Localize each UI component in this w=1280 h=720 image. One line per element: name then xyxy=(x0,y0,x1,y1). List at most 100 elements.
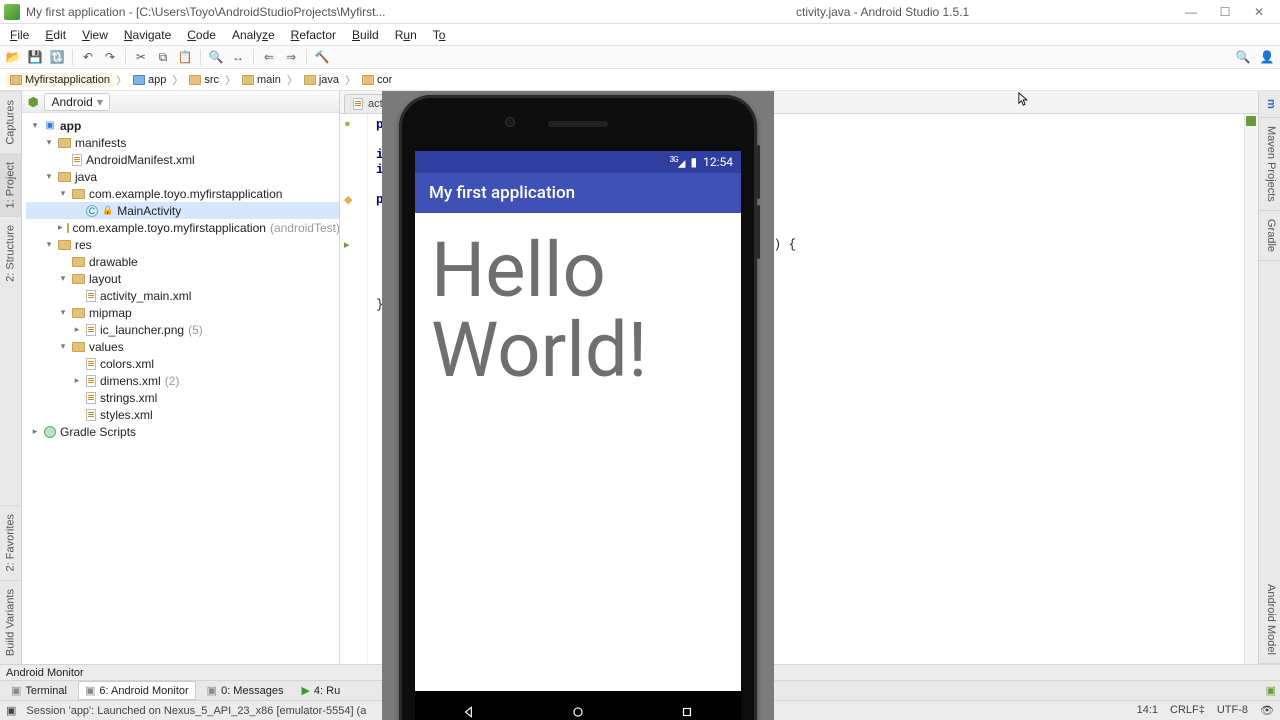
tree-node[interactable]: strings.xml xyxy=(26,389,339,406)
breadcrumb-item[interactable]: main xyxy=(238,73,285,87)
tree-node[interactable]: activity_main.xml xyxy=(26,287,339,304)
error-stripe[interactable] xyxy=(1244,114,1258,664)
rail-android-model[interactable]: Android Model xyxy=(1259,576,1280,664)
breadcrumb[interactable]: Myfirstapplication〉app〉src〉main〉java〉cor xyxy=(0,69,1280,91)
tree-node[interactable]: ▸com.example.toyo.myfirstapplication (an… xyxy=(26,219,339,236)
replace-icon[interactable]: ↔ xyxy=(229,48,247,66)
view-selector[interactable]: Android▾ xyxy=(44,93,109,111)
close-button[interactable]: ✕ xyxy=(1242,5,1276,19)
bottom-tab[interactable]: ▣0: Messages xyxy=(200,681,291,700)
tree-node[interactable]: ▾manifests xyxy=(26,134,339,151)
tree-node[interactable]: ▾▣app xyxy=(26,117,339,134)
tree-node[interactable]: ▾layout xyxy=(26,270,339,287)
nav-back[interactable] xyxy=(456,699,482,720)
rail-structure[interactable]: 2: Structure xyxy=(0,216,21,290)
make-icon[interactable]: 🔨 xyxy=(313,48,331,66)
menu-run[interactable]: Run xyxy=(389,26,423,44)
editor-gutter[interactable]: ● ◆ ▸ xyxy=(340,114,368,664)
expand-icon[interactable]: ▾ xyxy=(44,137,54,148)
expand-icon[interactable]: ▸ xyxy=(72,324,82,335)
event-log-icon[interactable]: ▣ xyxy=(1266,684,1276,697)
tree-node[interactable]: ▸Gradle Scripts xyxy=(26,423,339,440)
menu-navigate[interactable]: Navigate xyxy=(118,26,177,44)
nav-home[interactable] xyxy=(565,699,591,720)
forward-icon[interactable]: ⇒ xyxy=(282,48,300,66)
project-tree[interactable]: ▾▣app▾manifestsAndroidManifest.xml▾java▾… xyxy=(22,113,339,664)
expand-icon[interactable]: ▸ xyxy=(58,222,63,233)
line-separator[interactable]: CRLF‡ xyxy=(1170,704,1205,717)
paste-icon[interactable]: 📋 xyxy=(176,48,194,66)
toolbar[interactable]: 📂 💾 🔃 ↶ ↷ ✂ ⧉ 📋 🔍 ↔ ⇐ ⇒ 🔨 🔍 👤 xyxy=(0,45,1280,69)
breadcrumb-item[interactable]: src xyxy=(185,73,223,87)
tree-node[interactable]: ▾mipmap xyxy=(26,304,339,321)
nav-recent[interactable] xyxy=(674,699,700,720)
bottom-tab[interactable]: ▣Terminal xyxy=(4,681,74,700)
expand-icon[interactable]: ▾ xyxy=(58,341,68,352)
back-icon[interactable]: ⇐ xyxy=(260,48,278,66)
emulator-window[interactable]: 3G◢ ▮ 12:54 My first application Hello W… xyxy=(382,91,774,720)
tree-node[interactable]: ▾java xyxy=(26,168,339,185)
menubar[interactable]: FileEditViewNavigateCodeAnalyzeRefactorB… xyxy=(0,24,1280,45)
android-studio-icon xyxy=(4,4,20,20)
tree-node[interactable]: colors.xml xyxy=(26,355,339,372)
left-tool-rails[interactable]: Captures 1: Project 2: Structure 2: Favo… xyxy=(0,91,22,664)
open-icon[interactable]: 📂 xyxy=(4,48,22,66)
menu-refactor[interactable]: Refactor xyxy=(285,26,342,44)
sync-icon[interactable]: 🔃 xyxy=(48,48,66,66)
rail-project[interactable]: 1: Project xyxy=(0,153,21,216)
profile-icon[interactable]: 👤 xyxy=(1258,48,1276,66)
cut-icon[interactable]: ✂ xyxy=(132,48,150,66)
minimize-button[interactable]: — xyxy=(1174,5,1208,19)
rail-maven[interactable]: Maven Projects xyxy=(1259,118,1280,211)
rail-favorites[interactable]: 2: Favorites xyxy=(0,505,21,579)
menu-analyze[interactable]: Analyze xyxy=(226,26,281,44)
tree-node[interactable]: styles.xml xyxy=(26,406,339,423)
save-icon[interactable]: 💾 xyxy=(26,48,44,66)
fld-icon xyxy=(72,189,85,199)
device-screen[interactable]: 3G◢ ▮ 12:54 My first application Hello W… xyxy=(415,151,741,691)
menu-code[interactable]: Code xyxy=(181,26,222,44)
bottom-tab[interactable]: ▶4: Ru xyxy=(294,681,347,700)
project-header[interactable]: ⬢ Android▾ xyxy=(22,91,339,113)
file-encoding[interactable]: UTF-8 xyxy=(1217,704,1248,717)
inspector-icon[interactable]: 👁 xyxy=(1260,704,1274,717)
maximize-button[interactable]: ☐ xyxy=(1208,5,1242,19)
expand-icon[interactable]: ▾ xyxy=(58,307,68,318)
expand-icon[interactable]: ▾ xyxy=(44,239,54,250)
android-navbar[interactable] xyxy=(415,691,741,720)
undo-icon[interactable]: ↶ xyxy=(79,48,97,66)
menu-build[interactable]: Build xyxy=(346,26,385,44)
expand-icon[interactable]: ▾ xyxy=(44,171,54,182)
breadcrumb-item[interactable]: cor xyxy=(358,73,396,87)
redo-icon[interactable]: ↷ xyxy=(101,48,119,66)
search-everywhere-icon[interactable]: 🔍 xyxy=(1234,48,1252,66)
expand-icon[interactable]: ▾ xyxy=(30,120,40,131)
expand-icon[interactable]: ▸ xyxy=(30,426,40,437)
expand-icon[interactable]: ▾ xyxy=(58,188,68,199)
find-icon[interactable]: 🔍 xyxy=(207,48,225,66)
tree-node[interactable]: ▾values xyxy=(26,338,339,355)
breadcrumb-item[interactable]: java xyxy=(300,73,343,87)
tree-node[interactable]: ▾res xyxy=(26,236,339,253)
menu-edit[interactable]: Edit xyxy=(39,26,72,44)
tree-node[interactable]: C🔒MainActivity xyxy=(26,202,339,219)
caret-position[interactable]: 14:1 xyxy=(1137,704,1158,717)
tree-node[interactable]: AndroidManifest.xml xyxy=(26,151,339,168)
breadcrumb-item[interactable]: Myfirstapplication xyxy=(6,73,114,87)
copy-icon[interactable]: ⧉ xyxy=(154,48,172,66)
rail-gradle[interactable]: Gradle xyxy=(1259,211,1280,261)
bottom-tab[interactable]: ▣6: Android Monitor xyxy=(78,681,196,700)
breadcrumb-item[interactable]: app xyxy=(129,73,170,87)
right-tool-rails[interactable]: m Maven Projects Gradle Android Model xyxy=(1258,91,1280,664)
menu-view[interactable]: View xyxy=(76,26,114,44)
tree-node[interactable]: ▾com.example.toyo.myfirstapplication xyxy=(26,185,339,202)
rail-build-variants[interactable]: Build Variants xyxy=(0,580,21,664)
tree-node[interactable]: ▸dimens.xml (2) xyxy=(26,372,339,389)
expand-icon[interactable]: ▾ xyxy=(58,273,68,284)
rail-captures[interactable]: Captures xyxy=(0,91,21,153)
menu-to[interactable]: To xyxy=(427,26,452,44)
tree-node[interactable]: drawable xyxy=(26,253,339,270)
expand-icon[interactable]: ▸ xyxy=(72,375,82,386)
menu-file[interactable]: File xyxy=(4,26,35,44)
tree-node[interactable]: ▸ic_launcher.png (5) xyxy=(26,321,339,338)
